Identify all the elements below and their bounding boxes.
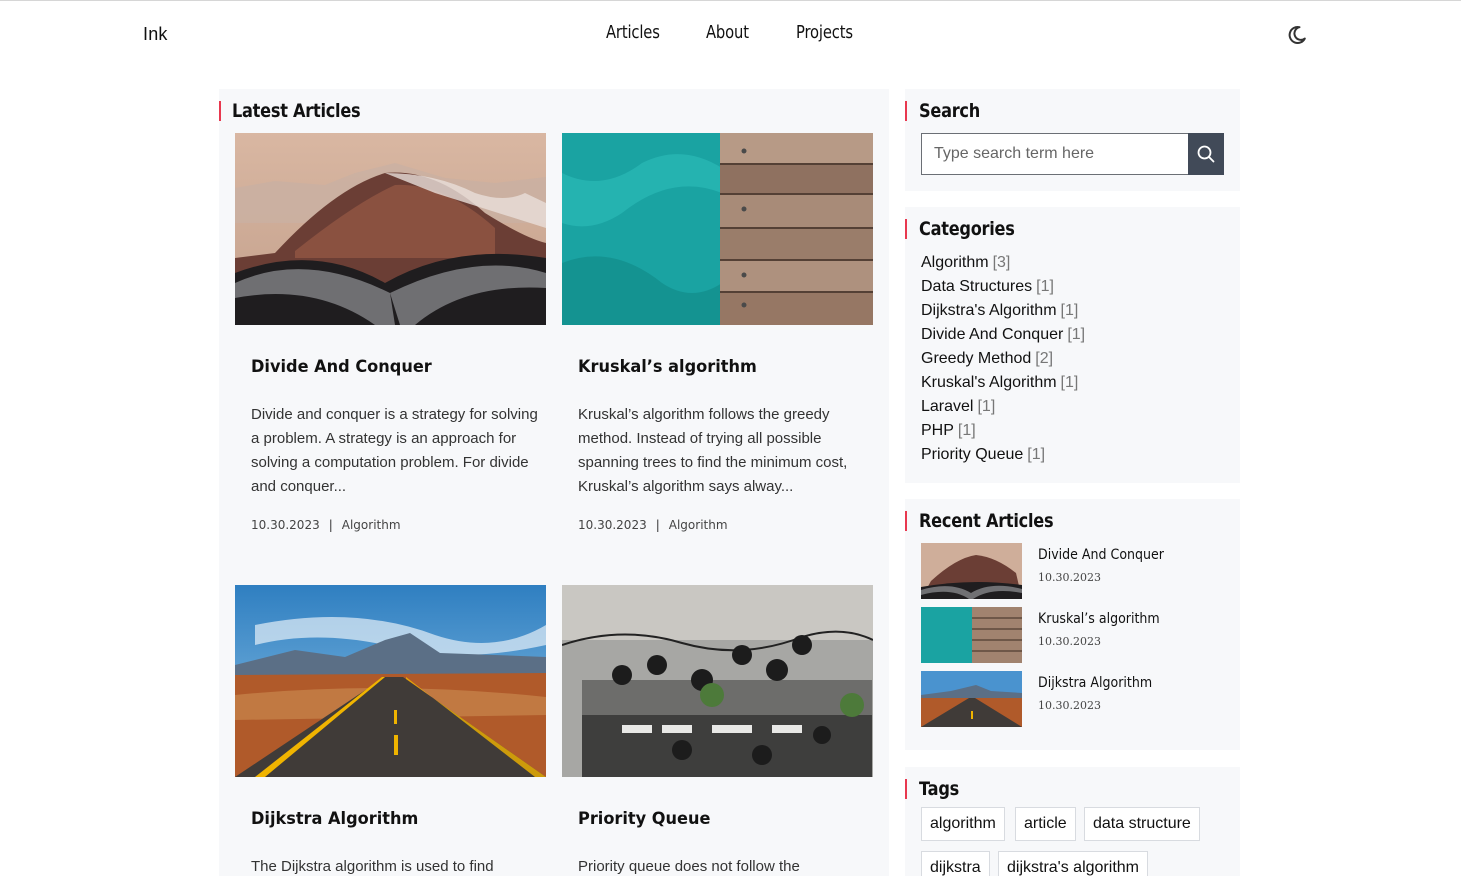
recent-article-thumbnail[interactable]: [921, 671, 1022, 727]
article-image[interactable]: [562, 133, 873, 325]
main-nav: Articles About Projects: [0, 22, 1461, 52]
recent-article-item[interactable]: Divide And Conquer 10.30.2023: [921, 543, 1221, 599]
category-count: [1]: [1060, 374, 1079, 391]
article-image[interactable]: [235, 585, 546, 777]
section-title-categories: Categories: [919, 218, 1015, 240]
article-title[interactable]: Divide And Conquer: [251, 357, 432, 377]
category-name[interactable]: Laravel: [921, 398, 973, 415]
meta-separator: |: [655, 518, 660, 532]
article-title[interactable]: Kruskal’s algorithm: [578, 357, 757, 377]
meta-separator: |: [328, 518, 333, 532]
tags-widget: Tags algorithm article data structure di…: [905, 767, 1240, 876]
categories-widget: Categories Algorithm [3] Data Structures[…: [905, 207, 1240, 483]
category-name[interactable]: PHP: [921, 422, 954, 439]
category-count: [1]: [1036, 278, 1054, 295]
article-excerpt: The Dijkstra algorithm is used to find: [251, 858, 494, 875]
category-name[interactable]: Kruskal's Algorithm: [921, 374, 1057, 391]
category-name[interactable]: Data Structures: [921, 278, 1032, 295]
category-item[interactable]: PHP [1]: [921, 419, 1085, 443]
nav-articles[interactable]: Articles: [606, 22, 660, 43]
category-count: [3]: [992, 254, 1011, 271]
section-title-search: Search: [919, 100, 981, 122]
theme-toggle-button[interactable]: [1286, 24, 1308, 46]
recent-article-thumbnail[interactable]: [921, 543, 1022, 599]
category-item[interactable]: Algorithm [3]: [921, 251, 1085, 275]
article-card[interactable]: Priority Queue Priority queue does not f…: [562, 585, 873, 876]
tag-link[interactable]: algorithm: [921, 807, 1005, 841]
article-meta: 10.30.2023 | Algorithm: [251, 518, 401, 532]
search-input[interactable]: [921, 133, 1189, 175]
article-excerpt: Divide and conquer is a strategy for sol…: [251, 406, 538, 495]
category-item[interactable]: Kruskal's Algorithm [1]: [921, 371, 1085, 395]
tag-link[interactable]: dijkstra: [921, 851, 990, 876]
recent-article-date: 10.30.2023: [1038, 699, 1101, 712]
search-button[interactable]: [1188, 133, 1224, 175]
category-count: [1]: [1067, 326, 1086, 343]
tag-link[interactable]: dijkstra's algorithm: [998, 851, 1148, 876]
recent-article-title[interactable]: Dijkstra Algorithm: [1038, 675, 1152, 691]
nav-projects[interactable]: Projects: [796, 22, 853, 43]
section-title-recent: Recent Articles: [919, 510, 1054, 532]
category-item[interactable]: Priority Queue [1]: [921, 443, 1085, 467]
section-title-tags: Tags: [919, 778, 959, 800]
category-count: [1]: [1027, 446, 1046, 463]
article-image[interactable]: [235, 133, 546, 325]
category-count: [2]: [1035, 350, 1054, 367]
tag-link[interactable]: article: [1015, 807, 1076, 841]
article-card[interactable]: Dijkstra Algorithm The Dijkstra algorith…: [235, 585, 546, 876]
nav-about[interactable]: About: [706, 22, 749, 43]
category-item[interactable]: Dijkstra's Algorithm [1]: [921, 299, 1085, 323]
category-name[interactable]: Dijkstra's Algorithm: [921, 302, 1057, 319]
category-item[interactable]: Laravel [1]: [921, 395, 1085, 419]
category-count: [1]: [977, 398, 996, 415]
recent-article-item[interactable]: Dijkstra Algorithm 10.30.2023: [921, 671, 1221, 727]
recent-article-thumbnail[interactable]: [921, 607, 1022, 663]
category-name[interactable]: Greedy Method: [921, 350, 1031, 367]
section-accent: [905, 511, 907, 531]
recent-article-title[interactable]: Kruskal’s algorithm: [1038, 611, 1160, 627]
article-image[interactable]: [562, 585, 873, 777]
section-title-latest: Latest Articles: [232, 100, 361, 122]
top-border: [0, 0, 1461, 1]
article-title[interactable]: Dijkstra Algorithm: [251, 809, 418, 829]
article-excerpt: Kruskal’s algorithm follows the greedy m…: [578, 406, 848, 495]
category-list: Algorithm [3] Data Structures [1] Dijkstra…: [921, 251, 1085, 467]
article-category-link[interactable]: Algorithm: [342, 518, 401, 532]
category-count: [1]: [1060, 302, 1079, 319]
category-item[interactable]: Data Structures [1]: [921, 275, 1085, 299]
search-icon: [1197, 145, 1215, 163]
latest-articles-section: Latest Articles Divide And Conquer Divid…: [219, 89, 889, 876]
search-widget: Search: [905, 89, 1240, 191]
article-excerpt: Priority queue does not follow the: [578, 858, 800, 875]
recent-article-date: 10.30.2023: [1038, 571, 1101, 584]
article-date: 10.30.2023: [251, 518, 320, 532]
article-meta: 10.30.2023 | Algorithm: [578, 518, 728, 532]
category-count: [1]: [957, 422, 976, 439]
recent-articles-widget: Recent Articles Divide And Conquer 10.30…: [905, 499, 1240, 750]
article-title[interactable]: Priority Queue: [578, 809, 710, 829]
section-accent: [219, 101, 221, 121]
moon-icon: [1288, 25, 1306, 44]
article-card[interactable]: Divide And Conquer Divide and conquer is…: [235, 133, 546, 553]
category-name[interactable]: Divide And Conquer: [921, 326, 1063, 343]
section-accent: [905, 779, 907, 799]
article-card[interactable]: Kruskal’s algorithm Kruskal’s algorithm …: [562, 133, 873, 553]
recent-article-title[interactable]: Divide And Conquer: [1038, 547, 1164, 563]
category-item[interactable]: Divide And Conquer [1]: [921, 323, 1085, 347]
recent-article-item[interactable]: Kruskal’s algorithm 10.30.2023: [921, 607, 1221, 663]
recent-article-date: 10.30.2023: [1038, 635, 1101, 648]
tag-link[interactable]: data structure: [1084, 807, 1200, 841]
section-accent: [905, 219, 907, 239]
article-date: 10.30.2023: [578, 518, 647, 532]
category-name[interactable]: Priority Queue: [921, 446, 1023, 463]
category-name[interactable]: Algorithm: [921, 254, 989, 271]
category-item[interactable]: Greedy Method [2]: [921, 347, 1085, 371]
section-accent: [905, 101, 907, 121]
article-category-link[interactable]: Algorithm: [669, 518, 728, 532]
